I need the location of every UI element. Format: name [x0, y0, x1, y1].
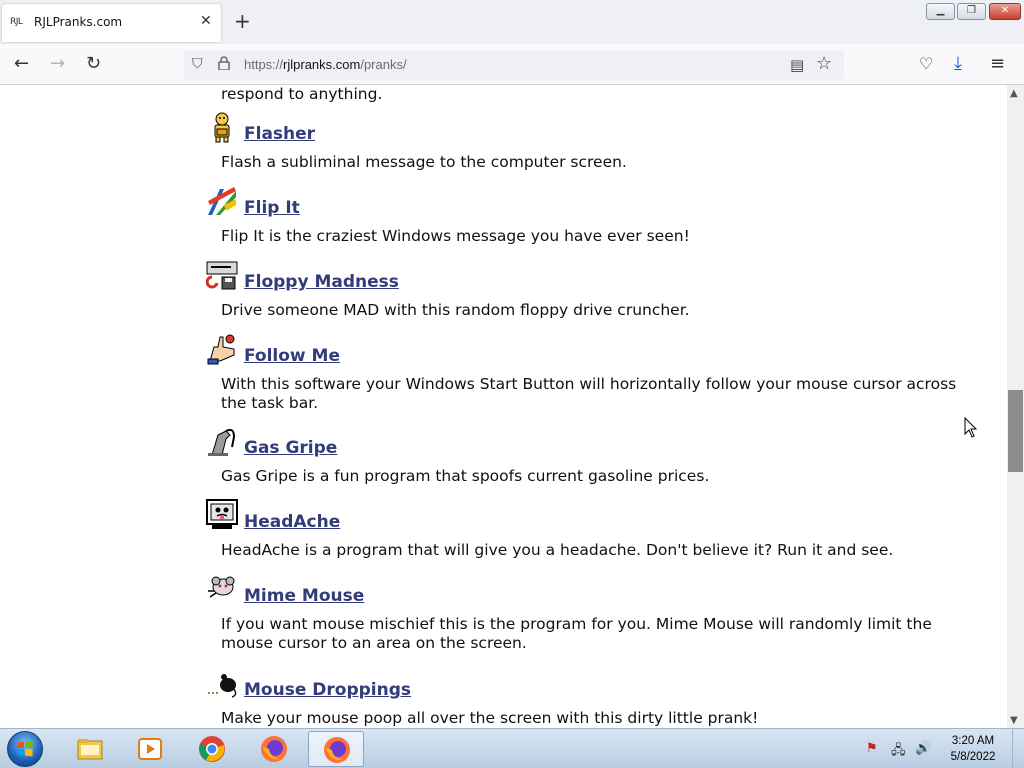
tab-close-icon[interactable]: ✕: [200, 13, 212, 29]
tab-title: RJLPranks.com: [34, 15, 123, 29]
chrome-icon: [199, 736, 225, 762]
firefox-icon: [261, 736, 287, 762]
start-button[interactable]: [7, 731, 43, 767]
padlock-icon[interactable]: [218, 56, 230, 70]
prank-link-mime-mouse[interactable]: Mime Mouse: [244, 586, 364, 606]
url-host: rjlpranks.com: [283, 57, 361, 72]
url-path: /pranks/: [360, 57, 407, 72]
scroll-down-arrow-icon[interactable]: ▼: [1010, 715, 1018, 726]
prank-description: Flip It is the craziest Windows message …: [221, 227, 690, 245]
system-clock[interactable]: 3:20 AM 5/8/2022: [940, 733, 1006, 765]
mime-mouse-icon: [208, 576, 235, 598]
prank-description: Drive someone MAD with this random flopp…: [221, 301, 690, 319]
firefox-icon: [324, 737, 350, 763]
tab-strip: RJL RJLPranks.com ✕ + ▁ ❐ ✕: [0, 0, 1024, 44]
reload-icon[interactable]: ↻: [86, 53, 101, 75]
cartoon-man-icon: [214, 112, 230, 143]
prank-link-flip-it[interactable]: Flip It: [244, 198, 300, 218]
back-arrow-icon[interactable]: ←: [14, 53, 29, 75]
window-minimize-button[interactable]: ▁: [926, 3, 955, 20]
partial-description: respond to anything.: [221, 85, 383, 103]
prank-link-floppy-madness[interactable]: Floppy Madness: [244, 272, 399, 292]
file-explorer-icon: [77, 739, 103, 760]
gas-pump-icon: [208, 428, 236, 456]
scroll-thumb[interactable]: [1008, 390, 1023, 472]
window-close-button[interactable]: ✕: [989, 3, 1021, 20]
media-player-icon: [138, 738, 162, 760]
scroll-up-arrow-icon[interactable]: ▲: [1010, 88, 1018, 99]
navigation-toolbar: ← → ↻ ⛉ https://rjlpranks.com/pranks/ ▤ …: [0, 44, 1024, 85]
prank-description: HeadAche is a program that will give you…: [221, 541, 894, 559]
taskbar-firefox[interactable]: [246, 731, 302, 767]
forward-arrow-icon[interactable]: →: [50, 53, 65, 75]
pointing-hand-icon: [207, 334, 235, 365]
prank-link-gas-gripe[interactable]: Gas Gripe: [244, 438, 337, 458]
prank-description: If you want mouse mischief this is the p…: [221, 615, 932, 652]
bookmark-star-icon[interactable]: ☆: [816, 53, 832, 74]
prank-description: Make your mouse poop all over the screen…: [221, 709, 759, 727]
clock-time: 3:20 AM: [951, 735, 995, 747]
prank-description: With this software your Windows Start Bu…: [221, 375, 957, 412]
floppy-drive-icon: [206, 261, 238, 290]
windows-taskbar: ⚑ 🖧 🔊 3:20 AM 5/8/2022: [0, 728, 1024, 768]
menu-hamburger-icon[interactable]: ≡: [990, 53, 1005, 75]
prank-link-headache[interactable]: HeadAche: [244, 512, 340, 532]
new-tab-plus-icon[interactable]: +: [234, 9, 251, 33]
url-scheme: https://: [244, 57, 284, 72]
tracking-shield-icon[interactable]: ⛉: [192, 56, 203, 72]
site-favicon-icon: RJL: [10, 17, 23, 27]
network-icon[interactable]: 🖧: [891, 741, 906, 763]
mouse-pointer-icon: [964, 417, 978, 438]
volume-icon[interactable]: 🔊: [915, 741, 931, 756]
prank-link-mouse-droppings[interactable]: Mouse Droppings: [244, 680, 411, 700]
prank-link-flasher[interactable]: Flasher: [244, 124, 315, 144]
monitor-face-icon: [206, 499, 238, 529]
flip-window-icon: [208, 187, 236, 215]
windows-logo-icon: [17, 740, 33, 757]
prank-link-follow-me[interactable]: Follow Me: [244, 346, 340, 366]
taskbar-file-explorer[interactable]: [62, 731, 118, 767]
vertical-scrollbar[interactable]: ▲ ▼: [1007, 85, 1024, 728]
mouse-droppings-icon: [208, 674, 237, 698]
url-bar[interactable]: ⛉ https://rjlpranks.com/pranks/ ▤ ☆: [184, 50, 844, 80]
window-restore-button[interactable]: ❐: [957, 3, 986, 20]
action-center-flag-icon[interactable]: ⚑: [866, 741, 878, 756]
tab-rjlpranks[interactable]: RJL RJLPranks.com ✕: [2, 4, 221, 42]
taskbar-media-player[interactable]: [122, 731, 178, 767]
taskbar-chrome[interactable]: [184, 731, 240, 767]
downloads-icon[interactable]: ⤓: [954, 53, 962, 75]
clock-date: 5/8/2022: [950, 751, 996, 763]
prank-description: Flash a subliminal message to the comput…: [221, 153, 627, 171]
taskbar-firefox-active[interactable]: [308, 731, 364, 767]
show-desktop-button[interactable]: [1012, 729, 1024, 768]
prank-description: Gas Gripe is a fun program that spoofs c…: [221, 467, 710, 485]
pocket-icon[interactable]: ♡: [919, 53, 933, 75]
page-viewport: respond to anything. Flasher Flash a sub…: [0, 85, 1007, 728]
url-text[interactable]: https://rjlpranks.com/pranks/: [244, 57, 407, 72]
reader-view-icon[interactable]: ▤: [790, 56, 804, 74]
